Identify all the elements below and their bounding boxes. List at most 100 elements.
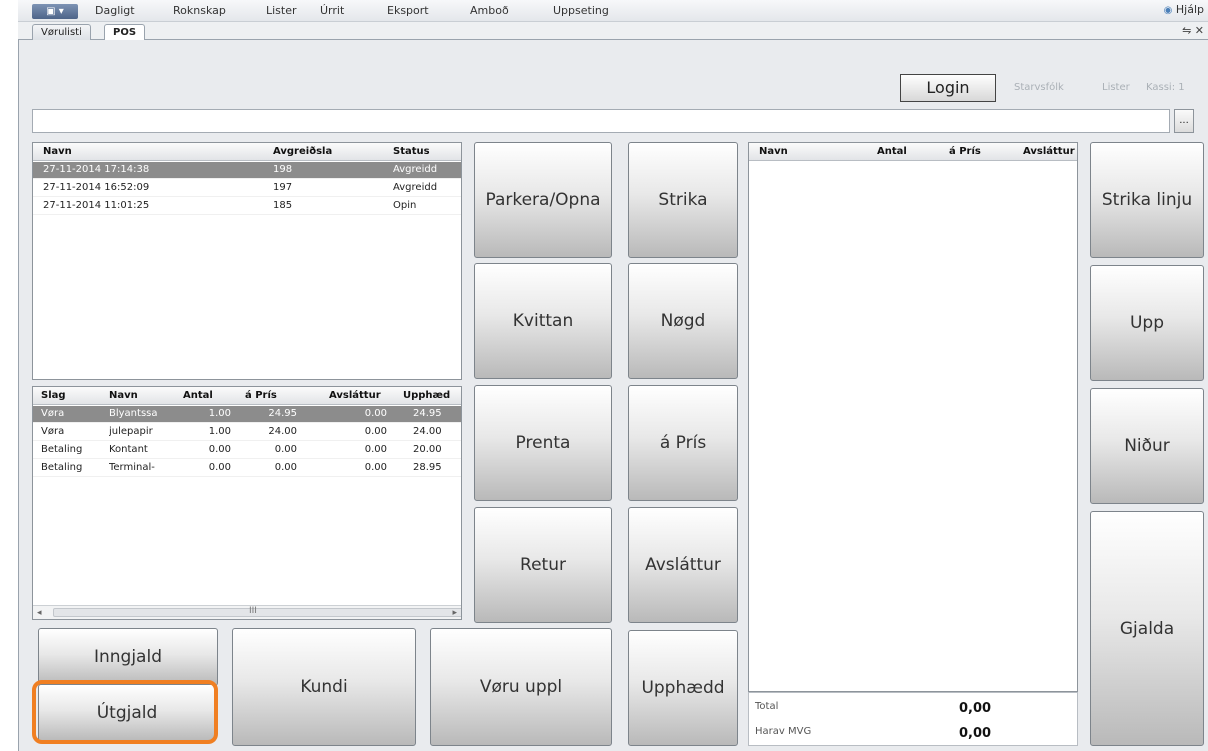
unit-price-button[interactable]: á Prís — [628, 385, 738, 501]
product-info-button[interactable]: Vøru uppl — [430, 628, 612, 746]
tab-controls[interactable]: ⇋ ✕ — [1182, 24, 1204, 37]
discount-button[interactable]: Avsláttur — [628, 507, 738, 623]
receipts-grid-header: Navn Avgreiðsla Status — [33, 143, 461, 161]
tab-strip — [18, 22, 1208, 40]
totals-panel: Total 0,00 Harav MVG 0,00 — [748, 692, 1078, 746]
column-header-avslattur[interactable]: Avsláttur — [329, 390, 381, 401]
cell-slag: Betaling — [41, 462, 83, 473]
menu-eksport[interactable]: Eksport — [387, 4, 429, 17]
tab-vorulisti[interactable]: Vørulisti — [32, 24, 91, 40]
grip-icon: III — [249, 606, 257, 616]
staff-label: Starvsfólk — [1014, 82, 1064, 93]
cell-a-pris: 24.00 — [268, 426, 297, 437]
receipt-button[interactable]: Kvittan — [474, 263, 612, 379]
cell-slag: Betaling — [41, 444, 83, 455]
login-button[interactable]: Login — [900, 74, 996, 102]
cell-avgreidsla: 185 — [273, 200, 293, 211]
cell-upphaed: 24.00 — [413, 426, 442, 437]
cell-upphaed: 24.95 — [413, 408, 442, 419]
column-header-upphaed[interactable]: Upphæd — [403, 390, 461, 401]
column-header-slag[interactable]: Slag — [41, 390, 66, 401]
cell-slag: Vøra — [41, 408, 65, 419]
table-row[interactable]: Vøra julepapir 1.00 24.00 0.00 24.00 — [33, 424, 461, 441]
cell-navn: julepapir — [109, 426, 153, 437]
cell-navn: 27-11-2014 11:01:25 — [43, 200, 150, 211]
product-search-input[interactable] — [32, 109, 1170, 133]
lists-label: Lister — [1102, 82, 1130, 93]
delete-button[interactable]: Strika — [628, 142, 738, 258]
total-label: Total — [755, 701, 779, 712]
basket-grid-header: Navn Antal á Prís Avsláttur — [749, 143, 1077, 161]
down-button[interactable]: Niður — [1090, 388, 1204, 504]
amount-button[interactable]: Upphædd — [628, 630, 738, 746]
table-row[interactable]: Vøra Blyantssa 1.00 24.95 0.00 24.95 — [33, 406, 461, 423]
menu-dagligt[interactable]: Dagligt — [95, 4, 135, 17]
column-header-avslattur[interactable]: Avsláttur — [1023, 146, 1077, 157]
cell-navn: 27-11-2014 16:52:09 — [43, 182, 150, 193]
column-header-navn[interactable]: Navn — [759, 146, 788, 157]
application-menu-button[interactable]: ▣ ▾ — [32, 4, 78, 19]
basket-grid: Navn Antal á Prís Avsláttur — [748, 142, 1078, 692]
quantity-button[interactable]: Nøgd — [628, 263, 738, 379]
up-button[interactable]: Upp — [1090, 265, 1204, 381]
customer-button[interactable]: Kundi — [232, 628, 416, 746]
browse-button[interactable]: ... — [1174, 109, 1194, 133]
cell-antal: 1.00 — [208, 408, 231, 419]
column-header-navn[interactable]: Navn — [109, 390, 138, 401]
cell-antal: 0.00 — [208, 462, 231, 473]
cell-avgreidsla: 198 — [273, 164, 293, 175]
cell-navn: Terminal- — [109, 462, 155, 473]
menu-ambod[interactable]: Amboð — [470, 4, 509, 17]
scrollbar-thumb[interactable]: III — [53, 606, 461, 617]
print-button[interactable]: Prenta — [474, 385, 612, 501]
pay-out-highlight — [32, 680, 218, 744]
column-header-a-pris[interactable]: á Prís — [949, 146, 981, 157]
park-open-button[interactable]: Parkera/Opna — [474, 142, 612, 258]
return-button[interactable]: Retur — [474, 507, 612, 623]
vat-value: 0,00 — [959, 726, 992, 741]
sale-lines-grid-header: Slag Navn Antal á Prís Avsláttur Upphæd — [33, 387, 461, 405]
table-row[interactable]: 27-11-2014 16:52:09 197 Avgreidd — [33, 180, 461, 197]
cell-navn: Blyantssa — [109, 408, 158, 419]
register-label: Kassi: 1 — [1146, 82, 1185, 93]
cell-avslattur: 0.00 — [364, 426, 387, 437]
table-row[interactable]: 27-11-2014 17:14:38 198 Avgreidd — [33, 162, 461, 179]
vat-label: Harav MVG — [755, 726, 812, 737]
menu-uppseting[interactable]: Uppseting — [553, 4, 609, 17]
scroll-right-icon[interactable]: ▸ — [452, 608, 457, 618]
column-header-a-pris[interactable]: á Prís — [245, 390, 277, 401]
menu-lister[interactable]: Lister — [266, 4, 297, 17]
cell-a-pris: 24.95 — [268, 408, 297, 419]
column-header-avgreidsla[interactable]: Avgreiðsla — [273, 146, 332, 157]
delete-line-button[interactable]: Strika linju — [1090, 142, 1204, 258]
column-header-navn[interactable]: Navn — [43, 146, 72, 157]
scroll-left-icon[interactable]: ◂ — [37, 608, 42, 618]
cell-status: Opin — [393, 200, 417, 211]
tab-pos[interactable]: POS — [104, 24, 146, 40]
pay-button[interactable]: Gjalda — [1090, 511, 1204, 746]
column-header-antal[interactable]: Antal — [877, 146, 907, 157]
cell-status: Avgreidd — [393, 164, 438, 175]
cell-antal: 0.00 — [208, 444, 231, 455]
menu-urrit[interactable]: Úrrit — [320, 4, 344, 17]
column-header-status[interactable]: Status — [393, 146, 430, 157]
sale-lines-grid: Slag Navn Antal á Prís Avsláttur Upphæd … — [32, 386, 462, 620]
table-row[interactable]: Betaling Terminal- 0.00 0.00 0.00 28.95 — [33, 460, 461, 477]
menu-roknskap[interactable]: Roknskap — [173, 4, 226, 17]
help-label: Hjálp — [1175, 3, 1204, 16]
cell-upphaed: 28.95 — [413, 462, 442, 473]
table-row[interactable]: 27-11-2014 11:01:25 185 Opin — [33, 198, 461, 215]
pay-in-button[interactable]: Inngjald — [38, 628, 218, 686]
table-row[interactable]: Betaling Kontant 0.00 0.00 0.00 20.00 — [33, 442, 461, 459]
cell-navn: Kontant — [109, 444, 148, 455]
cell-avslattur: 0.00 — [364, 444, 387, 455]
cell-upphaed: 20.00 — [413, 444, 442, 455]
cell-avslattur: 0.00 — [364, 408, 387, 419]
horizontal-scrollbar[interactable]: ◂ III ▸ — [33, 605, 461, 619]
column-header-antal[interactable]: Antal — [183, 390, 213, 401]
help-link[interactable]: ◉ Hjálp — [1164, 3, 1204, 16]
cell-a-pris: 0.00 — [274, 462, 297, 473]
help-icon: ◉ — [1163, 5, 1173, 16]
cell-antal: 1.00 — [208, 426, 231, 437]
receipts-grid: Navn Avgreiðsla Status 27-11-2014 17:14:… — [32, 142, 462, 380]
